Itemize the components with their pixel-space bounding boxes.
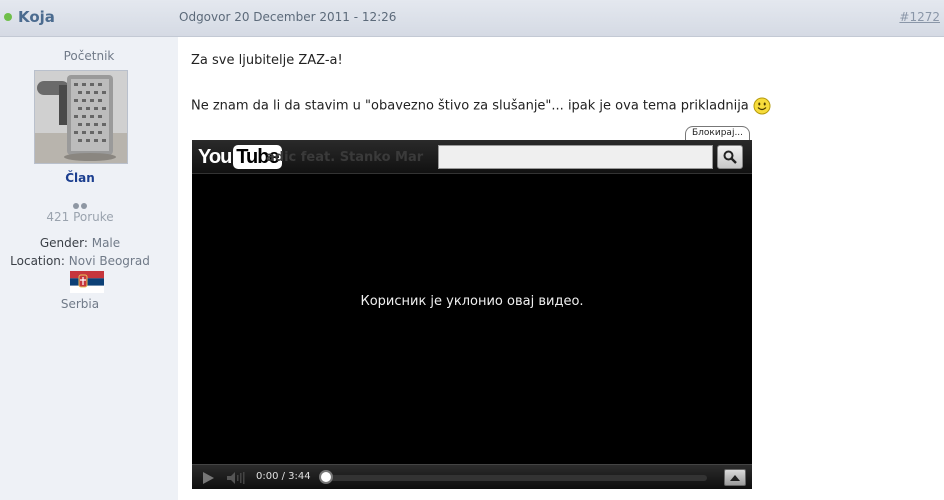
post-header: Koja Odgovor 20 December 2011 - 12:26 #1… bbox=[0, 0, 944, 37]
gender-value: Male bbox=[91, 236, 121, 250]
video-progress-track[interactable] bbox=[322, 475, 707, 481]
post-text-line-2: Ne znam da li da stavim u "obavezno štiv… bbox=[191, 97, 771, 115]
video-time: 0:00 / 3:44 bbox=[256, 471, 311, 482]
country-name: Serbia bbox=[60, 297, 100, 311]
location-field: Location: Novi Beograd bbox=[0, 254, 160, 268]
post-text-line-2-text: Ne znam da li da stavim u "obavezno štiv… bbox=[191, 98, 749, 114]
volume-icon[interactable] bbox=[226, 471, 246, 485]
post-number-link[interactable]: #1272 bbox=[899, 10, 940, 24]
magnifier-icon bbox=[723, 150, 737, 164]
youtube-embed[interactable]: You Tube adic feat. Stanko Mar Корисник … bbox=[192, 140, 752, 489]
serbia-flag-icon bbox=[70, 271, 104, 293]
reputation-dots-icon bbox=[73, 194, 91, 209]
post-text-line-1: Za sve ljubitelje ZAZ-a! bbox=[191, 53, 343, 68]
smiley-icon bbox=[753, 97, 771, 115]
location-value: Novi Beograd bbox=[68, 254, 150, 268]
play-icon[interactable] bbox=[200, 470, 216, 486]
toilet-paper-grater-avatar bbox=[35, 71, 127, 163]
youtube-search-input[interactable] bbox=[438, 145, 713, 169]
block-video-button[interactable]: Блокирај... bbox=[685, 126, 751, 141]
location-label: Location: bbox=[10, 254, 65, 268]
youtube-search-button[interactable] bbox=[717, 145, 743, 169]
forum-post: Koja Odgovor 20 December 2011 - 12:26 #1… bbox=[0, 0, 944, 500]
post-date: Odgovor 20 December 2011 - 12:26 bbox=[179, 10, 397, 24]
member-group: Član bbox=[65, 171, 95, 185]
username-link[interactable]: Koja bbox=[18, 8, 55, 26]
youtube-logo-you: You bbox=[198, 145, 232, 168]
gender-field: Gender: Male bbox=[0, 236, 160, 250]
user-avatar[interactable] bbox=[34, 70, 128, 164]
youtube-top-bar: You Tube adic feat. Stanko Mar bbox=[192, 140, 752, 174]
posts-count: 421 Poruke bbox=[46, 210, 114, 224]
online-status-icon bbox=[4, 13, 12, 21]
gender-label: Gender: bbox=[39, 236, 88, 250]
video-title-faded: adic feat. Stanko Mar bbox=[266, 150, 424, 165]
video-progress-thumb[interactable] bbox=[319, 470, 333, 484]
expand-button[interactable] bbox=[724, 469, 746, 486]
youtube-controls: 0:00 / 3:44 bbox=[192, 464, 752, 489]
expand-arrow-icon bbox=[730, 475, 740, 481]
member-rank: Početnik bbox=[63, 49, 115, 63]
video-removed-message: Корисник је уклонио овај видео. bbox=[360, 294, 584, 309]
author-sidebar: Početnik Član 421 Poruke Gender: Male Lo… bbox=[0, 37, 178, 500]
